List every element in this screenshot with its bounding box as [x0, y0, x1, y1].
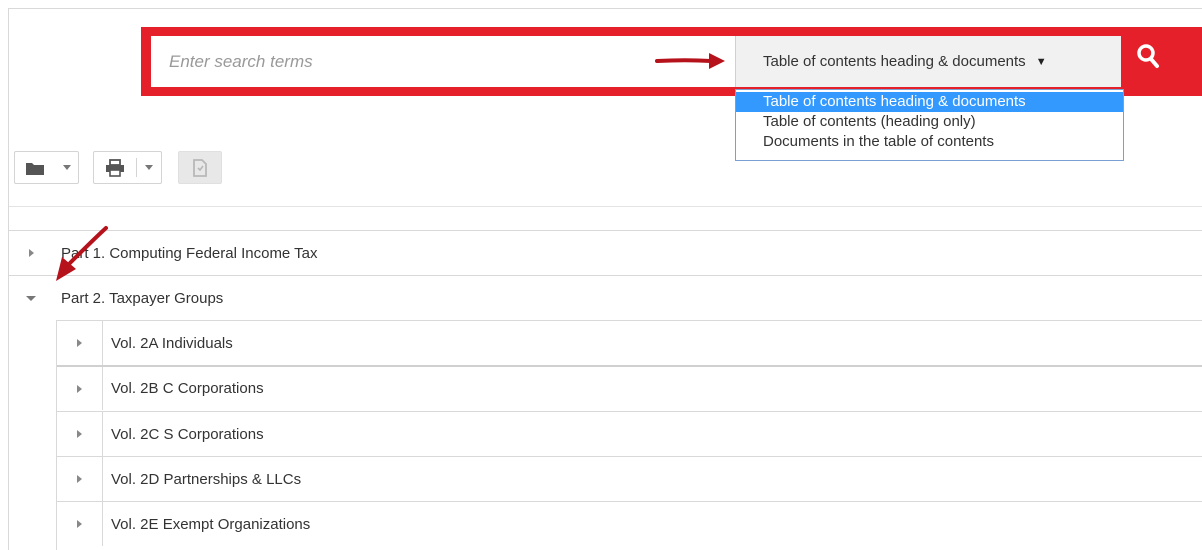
tree-item-label[interactable]: Vol. 2B C Corporations — [103, 380, 264, 397]
chevron-down-icon: ▼ — [1035, 55, 1047, 68]
caret-right-icon — [77, 339, 82, 347]
toolbar-divider — [9, 206, 1202, 207]
document-icon — [193, 158, 207, 177]
search-input[interactable] — [151, 36, 735, 87]
search-scope-dropdown: Table of contents heading & documents Ta… — [735, 89, 1124, 161]
tree-item-label[interactable]: Vol. 2A Individuals — [103, 335, 233, 352]
collapse-toggle[interactable] — [9, 276, 53, 320]
tree-indent-column — [9, 320, 57, 550]
folder-icon — [26, 162, 44, 175]
search-scope-value: Table of contents heading & documents — [763, 53, 1026, 70]
caret-right-icon — [77, 384, 82, 393]
tree-item-volume[interactable]: Vol. 2B C Corporations — [57, 365, 1202, 410]
expand-toggle[interactable] — [57, 457, 103, 501]
chevron-down-icon — [62, 165, 71, 170]
scope-option[interactable]: Table of contents heading & documents — [736, 92, 1123, 112]
document-button[interactable] — [178, 151, 222, 184]
search-icon — [1137, 44, 1159, 68]
tree-item-volume[interactable]: Vol. 2A Individuals — [57, 320, 1202, 365]
tree-item-part-2[interactable]: Part 2. Taxpayer Groups — [9, 275, 1202, 320]
caret-right-icon — [77, 475, 82, 483]
tree-item-label[interactable]: Vol. 2D Partnerships & LLCs — [103, 471, 301, 488]
tree-item-volume[interactable]: Vol. 2E Exempt Organizations — [57, 501, 1202, 546]
chevron-down-icon — [145, 165, 153, 170]
content-frame-top — [8, 8, 1202, 9]
tree-item-part-1[interactable]: Part 1. Computing Federal Income Tax — [9, 230, 1202, 275]
search-scope-select[interactable]: Table of contents heading & documents ▼ — [735, 36, 1121, 87]
print-icon — [106, 158, 124, 177]
print-button[interactable] — [93, 151, 162, 184]
caret-right-icon — [77, 520, 82, 528]
expand-toggle[interactable] — [57, 321, 103, 365]
tree-item-label[interactable]: Part 2. Taxpayer Groups — [53, 290, 223, 307]
expand-toggle[interactable] — [57, 412, 103, 456]
annotation-arrow-icon — [655, 53, 725, 69]
tree-item-volume[interactable]: Vol. 2C S Corporations — [57, 411, 1202, 456]
tree-item-volume[interactable]: Vol. 2D Partnerships & LLCs — [57, 456, 1202, 501]
expand-toggle[interactable] — [9, 231, 53, 275]
annotation-arrow-icon — [56, 226, 108, 281]
tree-item-label[interactable]: Vol. 2C S Corporations — [103, 426, 264, 443]
scope-option[interactable]: Documents in the table of contents — [736, 132, 1123, 152]
folder-button[interactable] — [14, 151, 79, 184]
caret-right-icon — [28, 249, 34, 257]
caret-down-icon — [26, 295, 36, 301]
expand-toggle[interactable] — [57, 502, 103, 546]
tree-item-label[interactable]: Vol. 2E Exempt Organizations — [103, 516, 310, 533]
expand-toggle[interactable] — [57, 367, 103, 410]
search-button[interactable] — [1121, 27, 1202, 96]
caret-right-icon — [77, 430, 82, 438]
scope-option[interactable]: Table of contents (heading only) — [736, 112, 1123, 132]
